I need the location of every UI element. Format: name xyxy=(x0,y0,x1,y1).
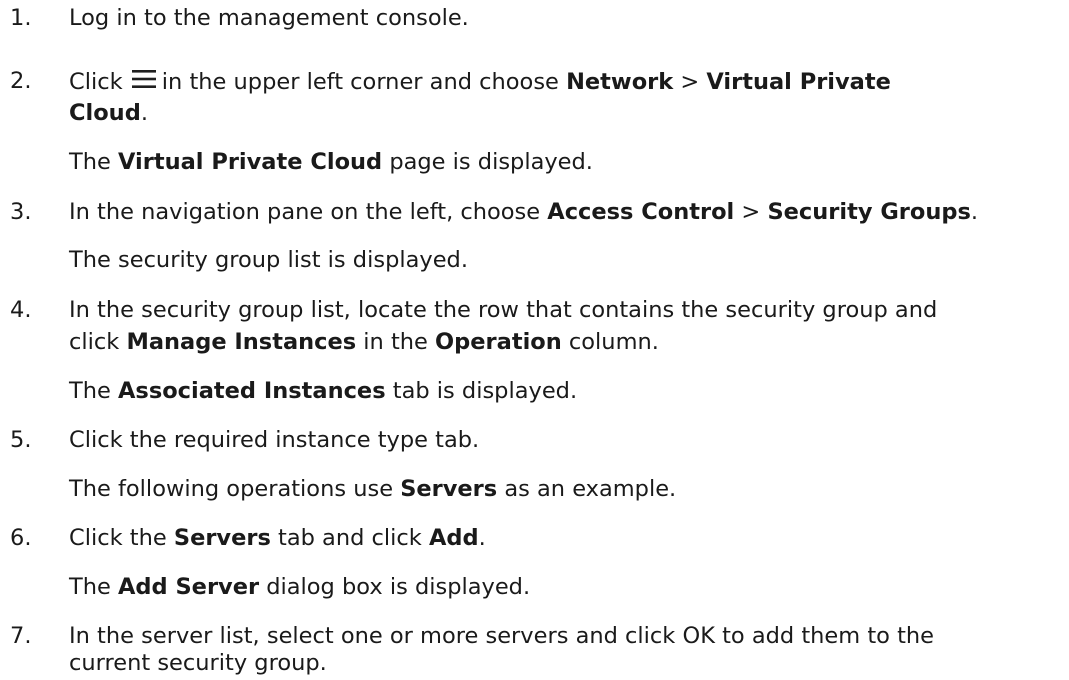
step-result-text: The Associated Instances tab is displaye… xyxy=(69,378,578,404)
menu-icon xyxy=(131,66,156,88)
step-text: Click in the upper left corner and choos… xyxy=(69,66,1063,99)
step-text: In the navigation pane on the left, choo… xyxy=(69,199,979,225)
step-text: Log in to the management console. xyxy=(69,5,469,31)
step-number: 3. xyxy=(10,199,32,225)
step-result-text: The security group list is displayed. xyxy=(69,247,468,273)
step-result-text: The following operations use Servers as … xyxy=(69,476,677,502)
step-text: In the security group list, locate the r… xyxy=(69,297,938,323)
step-number: 6. xyxy=(10,525,32,551)
step-number: 1. xyxy=(10,5,32,31)
step-number: 7. xyxy=(10,623,32,649)
step-text: Click the required instance type tab. xyxy=(69,427,480,453)
step-number: 5. xyxy=(10,427,32,453)
step-number: 4. xyxy=(10,297,32,323)
step-result-text: The Add Server dialog box is displayed. xyxy=(69,574,531,600)
step-text: Cloud. xyxy=(69,100,148,126)
step-text: Click the Servers tab and click Add. xyxy=(69,525,486,551)
step-text: click Manage Instances in the Operation … xyxy=(69,329,659,355)
step-number: 2. xyxy=(10,68,32,94)
step-result-text: The Virtual Private Cloud page is displa… xyxy=(69,149,593,175)
step-text: current security group. xyxy=(69,650,327,676)
